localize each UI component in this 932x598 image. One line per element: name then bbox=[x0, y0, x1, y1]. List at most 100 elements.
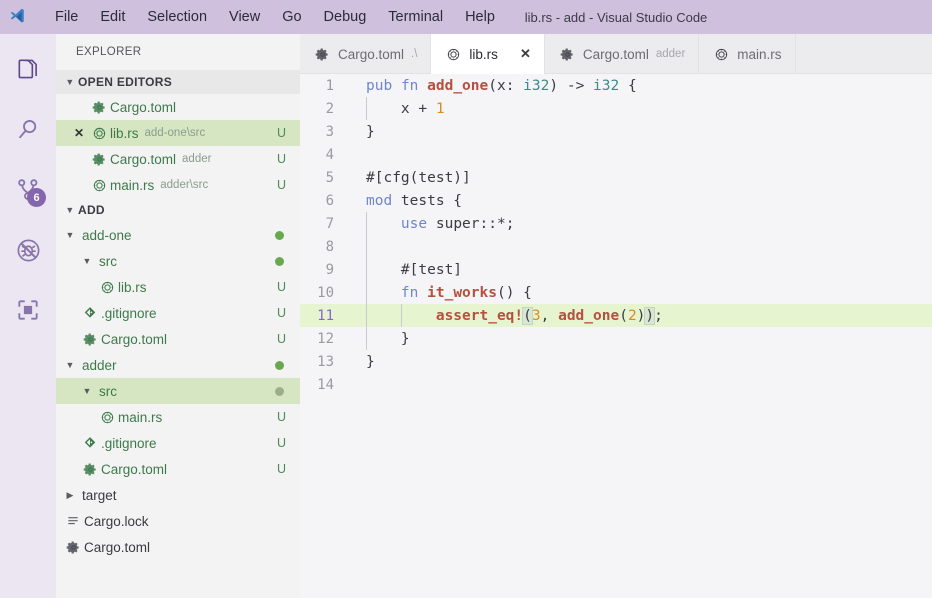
code-line[interactable]: 9 #[test] bbox=[300, 258, 932, 281]
code-line[interactable]: 10 fn it_works() { bbox=[300, 281, 932, 304]
open-editor-label: main.rs bbox=[110, 177, 155, 193]
chevron-right-icon: ▶ bbox=[66, 489, 74, 500]
activity-extensions[interactable] bbox=[0, 280, 56, 340]
code-line[interactable]: 14 bbox=[300, 373, 932, 396]
menu-file[interactable]: File bbox=[44, 5, 89, 29]
editor-tab[interactable]: main.rs bbox=[699, 34, 796, 74]
tree-item-label: Cargo.toml bbox=[101, 461, 168, 477]
toml-gear-icon bbox=[79, 462, 101, 477]
file-tree: ▼ add-one ▼ src lib.rs U .gitignore U Cargo.toml… bbox=[56, 222, 300, 560]
search-icon bbox=[15, 117, 41, 143]
tree-folder-item[interactable]: ▼ src bbox=[56, 248, 300, 274]
tree-file-item[interactable]: Cargo.toml U bbox=[56, 326, 300, 352]
activity-explorer[interactable] bbox=[0, 40, 56, 100]
sidebar-explorer: EXPLORER ▼ OPEN EDITORS Cargo.toml ✕ lib.r… bbox=[56, 34, 300, 598]
sidebar-title: EXPLORER bbox=[76, 46, 142, 58]
toml-gear-icon bbox=[558, 47, 577, 62]
open-editor-item[interactable]: main.rs adder\src U bbox=[56, 172, 300, 198]
tree-folder-item[interactable]: ▼ src bbox=[56, 378, 300, 404]
menu-edit[interactable]: Edit bbox=[89, 5, 136, 29]
tab-label: Cargo.toml bbox=[582, 46, 649, 62]
tab-label: main.rs bbox=[737, 46, 782, 62]
open-editor-item[interactable]: Cargo.toml bbox=[56, 94, 300, 120]
tree-folder-item[interactable]: ▼ add-one bbox=[56, 222, 300, 248]
line-number: 5 bbox=[325, 169, 334, 186]
tree-file-item[interactable]: .gitignore U bbox=[56, 430, 300, 456]
indent-guide bbox=[366, 97, 367, 120]
editor-tab[interactable]: Cargo.toml .\ bbox=[300, 34, 432, 74]
git-status-badge: U bbox=[276, 410, 286, 424]
folder-modified-dot bbox=[275, 230, 284, 240]
line-number: 7 bbox=[325, 215, 334, 232]
open-editor-item[interactable]: ✕ lib.rs add-one\src U bbox=[56, 120, 300, 146]
code-line[interactable]: 3} bbox=[300, 120, 932, 143]
editor-tab[interactable]: Cargo.toml adder bbox=[545, 34, 700, 74]
tree-file-item[interactable]: Cargo.toml bbox=[56, 534, 300, 560]
tree-item-label: Cargo.lock bbox=[84, 513, 149, 529]
chevron-down-icon: ▼ bbox=[82, 386, 92, 396]
tree-file-item[interactable]: Cargo.lock bbox=[56, 508, 300, 534]
rust-icon bbox=[88, 178, 110, 193]
open-editor-label: Cargo.toml bbox=[110, 151, 177, 167]
folder-modified-dot bbox=[275, 386, 284, 396]
tree-file-item[interactable]: lib.rs U bbox=[56, 274, 300, 300]
code-line[interactable]: 11 assert_eq!(3, add_one(2)); bbox=[300, 304, 932, 327]
line-content: } bbox=[366, 330, 410, 347]
tree-item-label: target bbox=[82, 487, 117, 503]
activity-debug[interactable] bbox=[0, 220, 56, 280]
menu-view[interactable]: View bbox=[218, 5, 271, 29]
code-line[interactable]: 2 x + 1 bbox=[300, 97, 932, 120]
line-number: 9 bbox=[325, 261, 334, 278]
menu-help[interactable]: Help bbox=[454, 5, 506, 29]
git-status-badge: U bbox=[276, 462, 286, 476]
menu-selection[interactable]: Selection bbox=[136, 5, 218, 29]
indent-guide bbox=[366, 212, 367, 235]
tab-label: lib.rs bbox=[469, 46, 498, 62]
open-editor-label: Cargo.toml bbox=[110, 99, 177, 115]
tree-item-label: src bbox=[99, 253, 117, 269]
section-add[interactable]: ▼ ADD bbox=[56, 198, 300, 222]
open-editor-item[interactable]: Cargo.toml adder U bbox=[56, 146, 300, 172]
activity-source-control[interactable]: 6 bbox=[0, 160, 56, 220]
section-open-editors[interactable]: ▼ OPEN EDITORS bbox=[56, 70, 300, 94]
tree-file-item[interactable]: .gitignore U bbox=[56, 300, 300, 326]
menu-bar: File Edit Selection View Go Debug Termin… bbox=[44, 0, 506, 34]
tree-folder-item[interactable]: ▼ adder bbox=[56, 352, 300, 378]
tab-description: adder bbox=[655, 48, 686, 60]
tree-file-item[interactable]: Cargo.toml U bbox=[56, 456, 300, 482]
editor-tab[interactable]: lib.rs ✕ bbox=[431, 34, 545, 74]
code-editor[interactable]: 1 pub fn add_one(x: i32) -> i32 { 2 x + 13… bbox=[300, 74, 932, 598]
git-icon bbox=[79, 306, 101, 320]
code-line[interactable]: 5 #[cfg(test)] bbox=[300, 166, 932, 189]
code-line[interactable]: 12 } bbox=[300, 327, 932, 350]
menu-debug[interactable]: Debug bbox=[313, 5, 378, 29]
chevron-down-icon: ▼ bbox=[82, 256, 92, 266]
code-line[interactable]: 1 pub fn add_one(x: i32) -> i32 { bbox=[300, 74, 932, 97]
indent-guide bbox=[366, 235, 367, 258]
toml-gear-icon bbox=[88, 100, 110, 115]
line-content: #[cfg(test)] bbox=[366, 169, 471, 186]
line-content: use super::*; bbox=[400, 215, 515, 232]
folder-modified-dot bbox=[275, 256, 284, 266]
section-add-label: ADD bbox=[78, 203, 105, 217]
tree-folder-item[interactable]: ▶ target bbox=[56, 482, 300, 508]
close-icon[interactable]: ✕ bbox=[70, 126, 88, 140]
line-number: 1 bbox=[325, 77, 334, 94]
line-content: pub fn add_one(x: i32) -> i32 { bbox=[366, 77, 637, 94]
code-line[interactable]: 6 mod tests { bbox=[300, 189, 932, 212]
tree-file-item[interactable]: main.rs U bbox=[56, 404, 300, 430]
tree-item-label: main.rs bbox=[118, 409, 163, 425]
chevron-down-icon: ▼ bbox=[65, 77, 75, 87]
toml-gear-icon bbox=[313, 47, 332, 62]
line-number: 12 bbox=[317, 330, 334, 347]
files-icon bbox=[15, 57, 41, 83]
code-line[interactable]: 7 use super::*; bbox=[300, 212, 932, 235]
code-line[interactable]: 13} bbox=[300, 350, 932, 373]
activity-search[interactable] bbox=[0, 100, 56, 160]
tree-item-label: add-one bbox=[82, 227, 132, 243]
code-line[interactable]: 8 bbox=[300, 235, 932, 258]
tab-close-icon[interactable]: ✕ bbox=[520, 46, 531, 62]
code-line[interactable]: 4 bbox=[300, 143, 932, 166]
menu-terminal[interactable]: Terminal bbox=[377, 5, 454, 29]
menu-go[interactable]: Go bbox=[271, 5, 312, 29]
